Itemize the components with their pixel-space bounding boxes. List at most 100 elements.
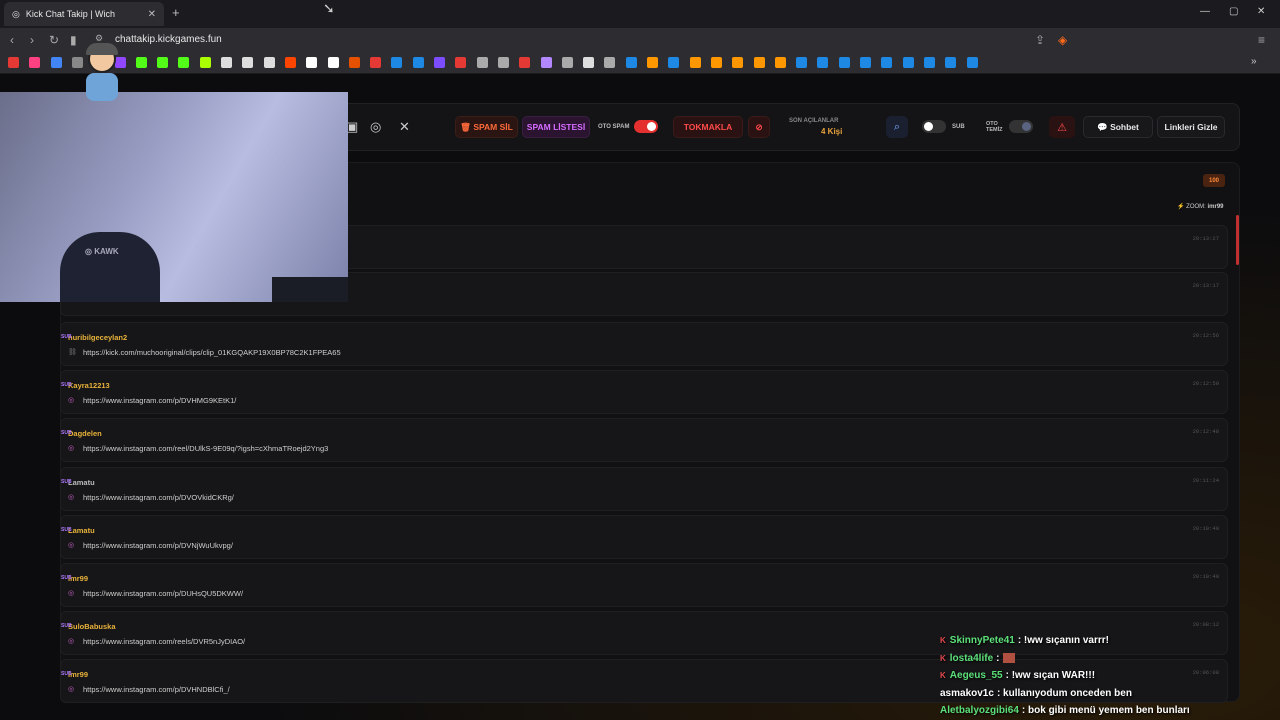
bookmark-favicon-icon[interactable] (966, 57, 978, 68)
bookmark-favicon-icon[interactable] (540, 57, 552, 68)
link-row[interactable]: Lamatu SUB ◎ https://www.instagram.com/p/DV… (60, 514, 1228, 559)
link-row[interactable]: Lamatu SUB ◎ https://www.instagram.com/p/DV… (60, 466, 1228, 511)
row-link[interactable]: https://www.instagram.com/p/DVHNDBlCfi_/ (83, 685, 230, 694)
row-link[interactable]: https://kick.com/muchooriginal/clips/cli… (83, 348, 341, 357)
bookmark-favicon-icon[interactable] (838, 57, 850, 68)
sohbet-button[interactable]: 💬 Sohbet (1083, 116, 1153, 138)
bookmark-favicon-icon[interactable] (753, 57, 765, 68)
instagram-icon: ◎ (68, 590, 75, 597)
scrollbar[interactable] (1236, 215, 1239, 265)
link-row[interactable]: nuribilgeceylan2 SUB ⛓ https://kick.com/muc… (60, 322, 1228, 366)
row-timestamp: 20:12:50 (1192, 380, 1219, 388)
bookmark-icon[interactable]: ▮ (70, 33, 77, 47)
bookmark-favicon-icon[interactable] (668, 57, 680, 68)
bookmark-favicon-icon[interactable] (561, 57, 573, 68)
url-text[interactable]: chattakip.kickgames.fun (115, 34, 222, 45)
row-link[interactable]: https://www.instagram.com/p/DVOVkidCKRg/ (83, 493, 234, 502)
bookmark-favicon-icon[interactable] (497, 57, 509, 68)
bookmark-favicon-icon[interactable] (391, 57, 403, 68)
forward-icon[interactable]: › (30, 33, 34, 47)
bookmark-favicon-icon[interactable] (221, 57, 232, 68)
bookmark-favicon-icon[interactable] (263, 57, 275, 68)
bookmark-favicon-icon[interactable] (796, 57, 808, 68)
tokmakla-button[interactable]: TOKMAKLA (673, 116, 743, 138)
bookmark-favicon-icon[interactable] (625, 57, 637, 68)
row-link[interactable]: https://www.instagram.com/p/DUHsQU5DKWW/ (83, 589, 243, 598)
oto-spam-toggle[interactable] (634, 120, 658, 133)
tab-close-icon[interactable]: ✕ (148, 9, 156, 20)
menu-icon[interactable]: ≡ (1258, 33, 1265, 47)
minimize-button[interactable]: — (1200, 6, 1210, 17)
bookmark-favicon-icon[interactable] (923, 57, 935, 68)
bookmark-favicon-icon[interactable] (902, 57, 914, 68)
bookmark-favicon-icon[interactable] (774, 57, 786, 68)
bookmark-favicon-icon[interactable] (604, 57, 616, 68)
bookmark-favicon-icon[interactable] (945, 57, 957, 68)
row-timestamp: 20:11:24 (1192, 476, 1219, 484)
browser-tab[interactable]: ◎ Kick Chat Takip | Wich ✕ (4, 2, 164, 26)
link-row[interactable]: SuloBabuska SUB ◎ https://www.instagram.com… (60, 611, 1228, 656)
bookmark-favicon-icon[interactable] (583, 57, 595, 68)
row-link[interactable]: https://www.instagram.com/p/DVNjWuUkvpg/ (83, 541, 233, 550)
bookmark-favicon-icon[interactable] (434, 57, 445, 68)
brave-shield-icon[interactable]: ◈ (1058, 33, 1067, 47)
instagram-icon[interactable]: ◎ (370, 119, 381, 135)
bookmark-favicon-icon[interactable] (519, 57, 531, 68)
bookmark-favicon-icon[interactable] (242, 57, 254, 68)
bookmark-favicon-icon[interactable] (199, 57, 211, 68)
link-row[interactable]: imr99 SUB ◎ https://www.instagram.com/p/DUH… (60, 563, 1228, 607)
sub-toggle[interactable] (922, 120, 946, 133)
bookmark-favicon-icon[interactable] (860, 57, 871, 68)
close-window-button[interactable]: ✕ (1257, 6, 1265, 17)
search-icon[interactable]: ⌕ (886, 116, 908, 138)
block-icon[interactable]: ⊘ (748, 116, 770, 138)
bookmark-favicon-icon[interactable] (476, 57, 488, 68)
bookmark-favicon-icon[interactable] (157, 57, 169, 68)
row-username[interactable]: Lamatu (68, 478, 95, 487)
bookmarks-overflow-icon[interactable]: » (1251, 56, 1257, 67)
row-username[interactable]: Kayra12213 (68, 381, 110, 390)
row-link[interactable]: https://www.instagram.com/p/DVHMG9KEtK1/ (83, 396, 236, 405)
bookmark-favicon-icon[interactable] (732, 57, 744, 68)
row-timestamp: 20:10:40 (1192, 524, 1219, 532)
bookmark-favicon-icon[interactable] (412, 57, 424, 68)
spam-sil-button[interactable]: 🗑 SPAM SİL (455, 116, 518, 138)
new-tab-button[interactable]: + (172, 5, 180, 20)
bookmark-favicon-icon[interactable] (710, 57, 722, 68)
alert-icon[interactable]: ⚠ (1049, 116, 1075, 138)
bookmark-favicon-icon[interactable] (29, 57, 41, 68)
kick-badge-icon: K (940, 636, 946, 645)
bookmark-favicon-icon[interactable] (284, 57, 296, 68)
bookmark-favicon-icon[interactable] (327, 57, 339, 68)
bookmark-favicon-icon[interactable] (348, 57, 360, 68)
row-username[interactable]: nuribilgeceylan2 (68, 333, 127, 342)
spam-listesi-button[interactable]: SPAM LİSTESİ (522, 116, 590, 138)
bookmark-favicon-icon[interactable] (817, 57, 829, 68)
oto-temiz-toggle[interactable] (1009, 120, 1033, 133)
row-link[interactable]: https://www.instagram.com/reel/DUlkS-9E0… (83, 444, 328, 453)
bookmark-favicon-icon[interactable] (881, 57, 893, 68)
x-icon[interactable]: ✕ (399, 119, 410, 135)
row-link[interactable]: https://www.instagram.com/reels/DVR5nJyD… (83, 637, 245, 646)
link-row[interactable]: Kayra12213 SUB ◎ https://www.instagram.com/… (60, 370, 1228, 415)
bookmark-favicon-icon[interactable] (8, 57, 19, 68)
bookmark-favicon-icon[interactable] (455, 57, 467, 68)
bookmark-favicon-icon[interactable] (135, 57, 147, 68)
bookmark-favicon-icon[interactable] (370, 57, 382, 68)
share-icon[interactable]: ⇪ (1035, 33, 1045, 47)
row-username[interactable]: SuloBabuska (68, 622, 116, 631)
maximize-button[interactable]: ▢ (1229, 6, 1238, 17)
link-row[interactable]: Dagdelen SUB ◎ https://www.instagram.com/re… (60, 418, 1228, 463)
bookmark-favicon-icon[interactable] (689, 57, 701, 68)
bookmark-favicon-icon[interactable] (647, 57, 658, 68)
back-icon[interactable]: ‹ (10, 33, 14, 47)
reload-icon[interactable]: ↻ (49, 33, 59, 47)
row-username[interactable]: Dagdelen (68, 429, 102, 438)
linkleri-gizle-button[interactable]: Linkleri Gizle (1157, 116, 1225, 138)
bookmark-favicon-icon[interactable] (50, 57, 62, 68)
row-username[interactable]: Lamatu (68, 526, 95, 535)
bookmark-favicon-icon[interactable] (178, 57, 190, 68)
bookmark-favicon-icon[interactable] (306, 57, 318, 68)
chat-username: losta4life (949, 652, 994, 664)
son-acilanlar-count: 4 Kişi (821, 127, 843, 136)
